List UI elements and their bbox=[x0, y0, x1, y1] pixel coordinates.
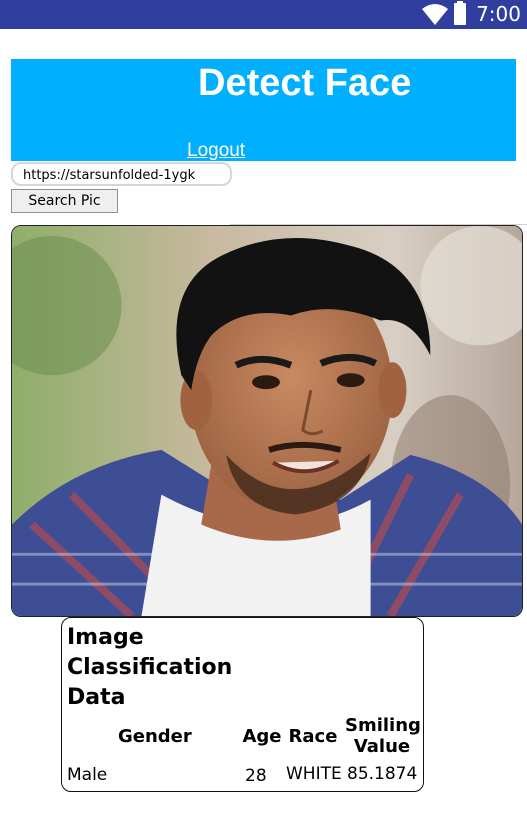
classification-heading: Image Classification Data bbox=[67, 625, 233, 710]
status-time: 7:00 bbox=[476, 2, 521, 26]
header-gender: Gender bbox=[118, 726, 192, 747]
classification-card: Image Classification Data Gender Age Rac… bbox=[61, 617, 424, 792]
header-race: Race bbox=[288, 726, 338, 747]
status-bar: 7:00 bbox=[0, 0, 527, 29]
portrait-image bbox=[12, 226, 522, 616]
wifi-icon bbox=[422, 4, 449, 25]
header-smiling-value: Smiling Value bbox=[345, 715, 421, 757]
search-pic-button[interactable]: Search Pic bbox=[11, 189, 118, 213]
cell-age: 28 bbox=[245, 766, 267, 786]
logout-link[interactable]: Logout bbox=[187, 140, 245, 162]
status-icons: 7:00 bbox=[422, 1, 521, 26]
app-header: Detect Face Logout bbox=[11, 59, 516, 161]
image-url-input[interactable] bbox=[11, 162, 232, 186]
face-photo bbox=[11, 225, 523, 617]
cell-gender: Male bbox=[67, 765, 108, 785]
cell-race: WHITE bbox=[286, 764, 342, 784]
cell-smiling: 85.1874 bbox=[347, 764, 418, 784]
battery-icon bbox=[454, 1, 467, 25]
page-title: Detect Face bbox=[198, 62, 412, 104]
header-age: Age bbox=[242, 726, 282, 747]
